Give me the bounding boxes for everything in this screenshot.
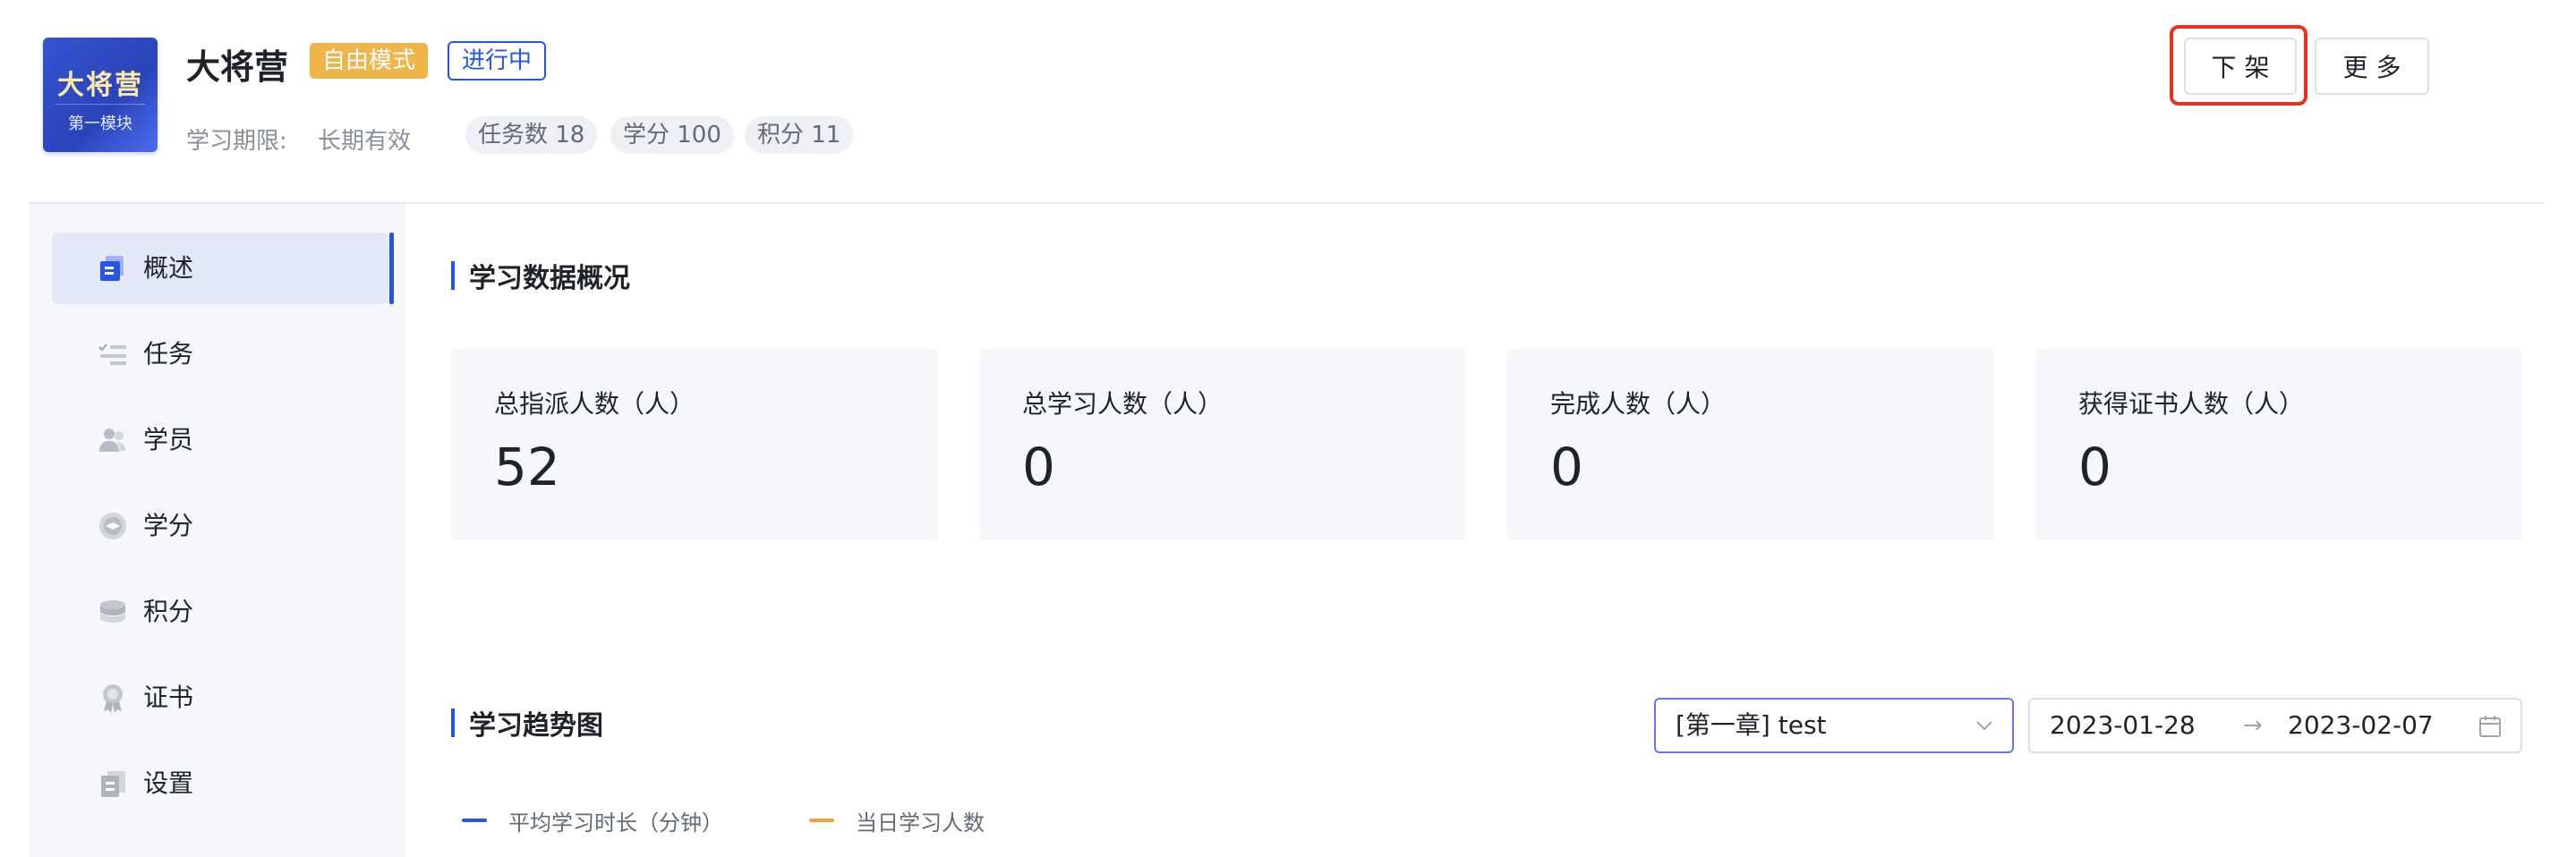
sidebar-item-label: 积分 [143, 597, 194, 626]
mode-tag: 自由模式 [310, 43, 429, 79]
more-button[interactable]: 更 多 [2315, 38, 2429, 95]
cover-subtitle: 第一模块 [68, 115, 132, 133]
chapter-select[interactable]: [第一章] test [1654, 698, 2014, 753]
stat-label: 总指派人数（人） [494, 389, 695, 419]
stat-label: 总学习人数（人） [1022, 389, 1224, 419]
stat-card-learners: 总学习人数（人） 0 [979, 349, 1466, 540]
stat-value: 0 [2078, 437, 2111, 497]
stat-value: 52 [494, 437, 560, 497]
sidebar-item-label: 证书 [143, 683, 194, 712]
trend-section-title: 学习趋势图 [451, 703, 603, 742]
legend-label: 当日学习人数 [856, 810, 985, 836]
sidebar-item-credits[interactable]: 学分 [52, 490, 388, 562]
study-period-value: 长期有效 [318, 128, 412, 155]
users-icon [99, 428, 125, 452]
settings-icon [101, 771, 125, 797]
course-header [29, 0, 2544, 204]
sidebar-item-label: 设置 [143, 768, 194, 798]
task-count-pill: 任务数 18 [465, 116, 598, 154]
credit-pill: 学分 100 [610, 116, 734, 154]
chevron-down-icon [1976, 721, 1992, 731]
sidebar-item-settings[interactable]: 设置 [52, 748, 388, 819]
sidebar-item-tasks[interactable]: 任务 [52, 318, 388, 390]
stat-value: 0 [1550, 437, 1583, 497]
sidebar-item-students[interactable]: 学员 [52, 404, 388, 476]
sidebar-item-overview[interactable]: 概述 [52, 233, 394, 304]
cover-title: 大将营 [57, 70, 143, 101]
legend-swatch [462, 819, 487, 822]
date-end-input[interactable]: 2023-02-07 [2288, 700, 2434, 751]
chapter-select-value: [第一章] test [1676, 710, 1827, 740]
stat-value: 0 [1022, 437, 1055, 497]
stat-label: 获得证书人数（人） [2078, 389, 2305, 419]
overview-section-title: 学习数据概况 [451, 256, 630, 295]
stat-card-assigned: 总指派人数（人） 52 [451, 349, 938, 540]
sidebar-item-label: 学员 [143, 425, 194, 454]
calendar-icon [2479, 716, 2501, 737]
points-icon [100, 600, 125, 623]
date-range-picker[interactable]: 2023-01-28 → 2023-02-07 [2028, 698, 2522, 753]
cover-divider [55, 104, 145, 105]
course-cover-image: 大将营 第一模块 [43, 38, 158, 152]
overview-icon [100, 256, 124, 281]
sidebar: 概述 任务 学员 学分 积分 证书 设置 [29, 204, 406, 857]
task-list-icon [98, 344, 126, 365]
legend-label: 平均学习时长（分钟） [508, 810, 723, 836]
stat-card-certified: 获得证书人数（人） 0 [2035, 349, 2522, 540]
stat-card-completed: 完成人数（人） 0 [1507, 349, 1994, 540]
sidebar-item-label: 概述 [143, 253, 194, 283]
sidebar-item-certificate[interactable]: 证书 [52, 662, 388, 734]
legend-swatch [809, 819, 834, 822]
sidebar-item-points[interactable]: 积分 [52, 576, 388, 648]
offline-button[interactable]: 下 架 [2184, 38, 2297, 95]
certificate-icon [103, 684, 123, 713]
study-period-label: 学习期限: [186, 128, 287, 155]
sidebar-item-label: 学分 [143, 511, 194, 540]
points-pill: 积分 11 [745, 116, 854, 154]
course-title: 大将营 [186, 47, 289, 87]
status-tag: 进行中 [448, 41, 547, 81]
sidebar-item-label: 任务 [143, 339, 194, 369]
range-arrow-icon: → [2243, 712, 2263, 739]
date-start-input[interactable]: 2023-01-28 [2050, 700, 2196, 751]
credit-icon [99, 513, 126, 539]
stat-label: 完成人数（人） [1550, 389, 1727, 419]
